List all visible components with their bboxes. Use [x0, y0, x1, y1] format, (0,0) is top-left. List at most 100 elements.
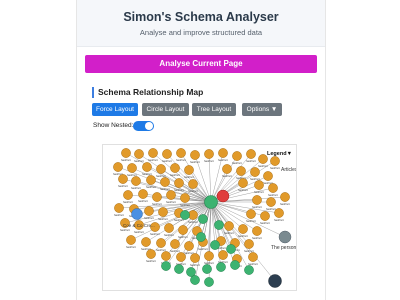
show-nested-toggle[interactable]: [133, 121, 154, 131]
circle-layout-button[interactable]: Circle Layout: [142, 103, 189, 116]
graph-node[interactable]: [158, 207, 168, 217]
node-label[interactable]: hasPart: [218, 158, 228, 162]
graph-node[interactable]: [131, 176, 141, 186]
graph-node[interactable]: [160, 177, 170, 187]
graph-node[interactable]: [180, 193, 190, 203]
graph-node[interactable]: [138, 189, 148, 199]
graph-node[interactable]: [148, 148, 158, 158]
graph-node[interactable]: [222, 164, 232, 174]
graph-node[interactable]: [198, 214, 208, 224]
graph-node[interactable]: [210, 240, 220, 250]
options-dropdown-button[interactable]: Options ▼: [242, 103, 282, 116]
node-label[interactable]: hasPart: [170, 173, 180, 177]
node-label[interactable]: hasPart: [274, 218, 284, 222]
graph-node[interactable]: [121, 148, 131, 158]
node-label[interactable]: hasPart: [126, 245, 136, 249]
graph-node[interactable]: [218, 250, 228, 260]
graph-node[interactable]: [176, 148, 186, 158]
node-label[interactable]: hasPart: [190, 263, 200, 267]
node-label[interactable]: hasPart: [176, 158, 186, 162]
force-layout-button[interactable]: Force Layout: [92, 103, 138, 116]
node-label[interactable]: hasPart: [160, 187, 170, 191]
graph-node-hub[interactable]: [204, 195, 218, 209]
node-label[interactable]: hasPart: [190, 160, 200, 164]
node-label[interactable]: hasPart: [246, 159, 256, 163]
node-label[interactable]: hasPart: [118, 184, 128, 188]
graph-node[interactable]: [144, 206, 154, 216]
schema-graph[interactable]: hasPart hasPart hasPart hasPart hasPart hasPa…: [102, 144, 297, 291]
graph-node[interactable]: [274, 208, 284, 218]
graph-node[interactable]: [218, 148, 228, 158]
graph-node[interactable]: [170, 239, 180, 249]
graph-node[interactable]: [263, 171, 273, 181]
node-label[interactable]: hasPart: [146, 259, 156, 263]
graph-node-gray[interactable]: [278, 230, 292, 244]
graph-node[interactable]: [230, 260, 240, 270]
node-label[interactable]: hasPart: [260, 221, 270, 225]
node-label[interactable]: hasPart: [164, 233, 174, 237]
graph-node[interactable]: [188, 179, 198, 189]
graph-node[interactable]: [244, 265, 254, 275]
node-label[interactable]: hasPart: [280, 202, 290, 206]
node-label[interactable]: hasPart: [134, 159, 144, 163]
graph-node[interactable]: [142, 162, 152, 172]
graph-node[interactable]: [280, 192, 290, 202]
graph-node[interactable]: [190, 150, 200, 160]
tree-layout-button[interactable]: Tree Layout: [192, 103, 236, 116]
graph-node[interactable]: [174, 264, 184, 274]
node-label[interactable]: hasPart: [252, 236, 262, 240]
graph-node[interactable]: [134, 149, 144, 159]
graph-node[interactable]: [170, 163, 180, 173]
node-label[interactable]: hasPart: [170, 249, 180, 253]
graph-node[interactable]: [164, 223, 174, 233]
graph-node[interactable]: [202, 264, 212, 274]
node-label[interactable]: hasPart: [144, 216, 154, 220]
graph-node[interactable]: [250, 167, 260, 177]
graph-node[interactable]: [270, 156, 280, 166]
graph-node[interactable]: [180, 210, 190, 220]
node-label[interactable]: hasPart: [114, 213, 124, 217]
node-label[interactable]: hasPart: [258, 164, 268, 168]
graph-node[interactable]: [176, 252, 186, 262]
graph-node[interactable]: [238, 178, 248, 188]
node-label-coe[interactable]: Coe & Co Cre...: [123, 223, 155, 228]
graph-node-blue[interactable]: [131, 208, 143, 220]
node-label[interactable]: hasPart: [162, 159, 172, 163]
node-label[interactable]: hasPart: [268, 193, 278, 197]
node-label[interactable]: hasPart: [198, 247, 208, 251]
graph-node[interactable]: [114, 203, 124, 213]
analyse-current-page-button[interactable]: Analyse Current Page: [85, 55, 317, 73]
graph-node[interactable]: [113, 162, 123, 172]
graph-node[interactable]: [204, 277, 214, 287]
graph-node[interactable]: [161, 251, 171, 261]
node-label[interactable]: hasPart: [150, 232, 160, 236]
graph-node[interactable]: [238, 224, 248, 234]
graph-node[interactable]: [204, 149, 214, 159]
graph-node[interactable]: [166, 190, 176, 200]
node-label[interactable]: hasPart: [252, 205, 262, 209]
node-label[interactable]: hasPart: [148, 158, 158, 162]
graph-node[interactable]: [123, 190, 133, 200]
graph-node[interactable]: [216, 262, 226, 272]
graph-node[interactable]: [118, 174, 128, 184]
graph-node[interactable]: [152, 192, 162, 202]
node-label-personal[interactable]: The personal: [271, 245, 296, 251]
node-label[interactable]: hasPart: [266, 207, 276, 211]
graph-node[interactable]: [226, 244, 236, 254]
graph-node[interactable]: [156, 164, 166, 174]
graph-node[interactable]: [214, 220, 224, 230]
node-label[interactable]: hasPart: [184, 175, 194, 179]
node-label[interactable]: hasPart: [224, 231, 234, 235]
graph-node[interactable]: [178, 225, 188, 235]
node-label[interactable]: hasPart: [120, 228, 130, 232]
graph-node[interactable]: [162, 149, 172, 159]
graph-node[interactable]: [260, 211, 270, 221]
graph-node[interactable]: [174, 178, 184, 188]
graph-node[interactable]: [236, 166, 246, 176]
node-label[interactable]: hasPart: [131, 186, 141, 190]
node-label[interactable]: hasPart: [204, 159, 214, 163]
node-label[interactable]: hasPart: [158, 217, 168, 221]
node-label[interactable]: hasPart: [238, 188, 248, 192]
graph-node-red[interactable]: [216, 189, 230, 203]
graph-canvas[interactable]: hasPart hasPart hasPart hasPart hasPart hasPa…: [103, 145, 296, 290]
